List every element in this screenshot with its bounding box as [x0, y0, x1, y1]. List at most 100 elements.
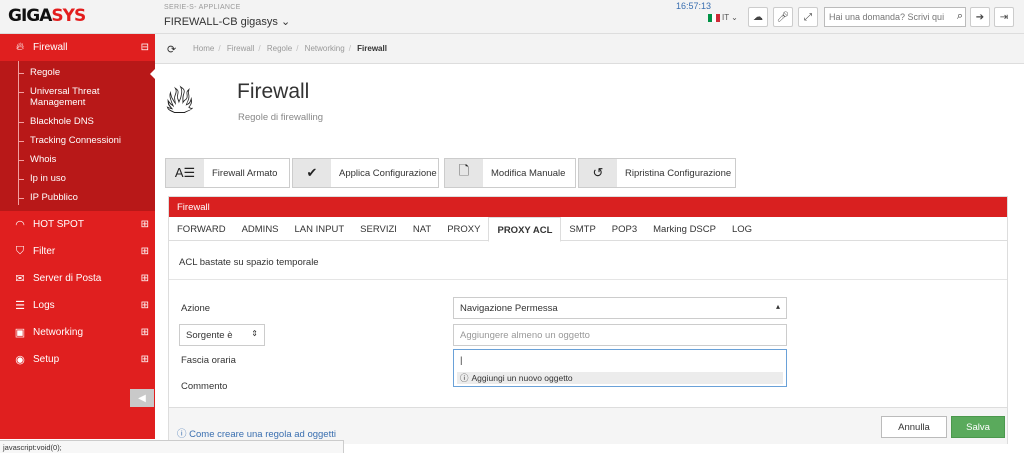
check-icon: ✔	[293, 159, 331, 187]
sidebar-item-server-di-posta[interactable]: ✉ Server di Posta ⊞	[0, 265, 155, 292]
tab-servizi[interactable]: SERVIZI	[352, 217, 405, 241]
expand-icon[interactable]: ⊞	[141, 354, 149, 365]
top-bar: GIGASYS SERIE-S- APPLIANCE FIREWALL-CB g…	[0, 0, 1024, 34]
page-subtitle: Regole di firewalling	[238, 112, 324, 123]
breadcrumb-regole[interactable]: Regole	[267, 44, 292, 53]
logs-icon: ☰	[15, 300, 25, 312]
panel-title: Firewall	[169, 197, 1007, 217]
tab-proxy[interactable]: PROXY	[439, 217, 488, 241]
sidebar-sub-whois[interactable]: Whois	[0, 150, 155, 169]
sidebar-item-hotspot[interactable]: ◠ HOT SPOT ⊞	[0, 211, 155, 238]
logout-icon: ⇥	[999, 11, 1009, 23]
italy-flag-icon	[708, 13, 720, 22]
tab-log[interactable]: LOG	[724, 217, 760, 241]
sidebar-item-setup[interactable]: ◉ Setup ⊞	[0, 346, 155, 373]
login-button[interactable]: ➔	[970, 7, 990, 27]
sort-arrows-icon: ⇕	[251, 329, 258, 338]
ripristina-configurazione-button[interactable]: ↺ Ripristina Configurazione	[578, 158, 736, 188]
breadcrumb-firewall[interactable]: Firewall	[227, 44, 255, 53]
document-icon: 🗋	[445, 159, 483, 187]
microphone-button[interactable]: 🎤︎	[773, 7, 793, 27]
chevron-down-icon: ⌄	[280, 16, 291, 28]
tab-lan-input[interactable]: LAN INPUT	[287, 217, 353, 241]
mail-icon: ✉	[15, 273, 25, 285]
search-icon[interactable]: ⌕	[957, 10, 963, 23]
expand-icon[interactable]: ⊞	[141, 273, 149, 284]
cloud-icon: ☁	[753, 11, 763, 23]
help-link[interactable]: ⓘ Come creare una regola ad oggetti	[177, 426, 336, 440]
rule-icon: A☰	[166, 159, 204, 187]
sidebar-item-firewall[interactable]: 🔥︎ Firewall ⊟	[0, 34, 155, 61]
commento-label: Commento	[181, 381, 228, 392]
network-icon: ▣	[14, 327, 26, 339]
gigasys-logo[interactable]: GIGASYS	[8, 6, 86, 26]
tab-proxy-acl[interactable]: PROXY ACL	[488, 217, 562, 242]
clock: 16:57:13	[676, 1, 712, 11]
save-button[interactable]: Salva	[951, 416, 1005, 438]
sidebar: 🔥︎ Firewall ⊟ Regole Universal Threat Ma…	[0, 34, 155, 439]
breadcrumb-current: Firewall	[357, 44, 387, 53]
divider	[169, 279, 1007, 280]
cloud-button[interactable]: ☁	[748, 7, 768, 27]
wifi-icon: ◠	[15, 219, 25, 231]
add-new-object-option[interactable]: ⓘ Aggiungi un nuovo oggetto	[457, 372, 783, 384]
sorgente-select[interactable]: Sorgente è ⇕	[179, 324, 265, 346]
search-input[interactable]	[825, 8, 945, 26]
panel-footer: ⓘ Come creare una regola ad oggetti Annu…	[169, 407, 1007, 444]
sidebar-sub-regole[interactable]: Regole	[0, 63, 155, 82]
info-icon: ⓘ	[460, 373, 469, 383]
breadcrumb-networking[interactable]: Networking	[305, 44, 345, 53]
expand-icon[interactable]: ⊞	[141, 300, 149, 311]
breadcrumb: Home / Firewall / Regole / Networking / Fire…	[193, 44, 387, 53]
browser-status-bar: javascript:void(0);	[0, 440, 344, 453]
flame-icon: 🔥︎	[15, 41, 25, 53]
modifica-manuale-button[interactable]: 🗋 Modifica Manuale	[444, 158, 576, 188]
expand-icon[interactable]: ⊞	[141, 219, 149, 230]
logout-button[interactable]: ⇥	[994, 7, 1014, 27]
tab-pop3[interactable]: POP3	[604, 217, 645, 241]
fascia-oraria-dropdown: ⓘ Aggiungi un nuovo oggetto	[453, 371, 787, 387]
tab-marking-dscp[interactable]: Marking DSCP	[645, 217, 724, 241]
page-title: Firewall	[237, 80, 310, 103]
chevron-down-icon: ⌄	[731, 13, 738, 22]
expand-icon[interactable]: ⊞	[141, 327, 149, 338]
breadcrumb-bar: ⟳ Home / Firewall / Regole / Networking / Fi…	[155, 34, 1024, 64]
search-box: ⌕	[824, 7, 966, 27]
expand-icon[interactable]: ⊞	[141, 246, 149, 257]
cancel-button[interactable]: Annulla	[881, 416, 947, 438]
device-selector[interactable]: FIREWALL-CB gigasys ⌄	[164, 15, 290, 28]
fullscreen-button[interactable]: ⤢	[798, 7, 818, 27]
sort-arrows-icon: ▴	[775, 302, 780, 311]
appliance-label: SERIE-S- APPLIANCE	[164, 4, 241, 11]
sidebar-item-filter[interactable]: ⛉ Filter ⊞	[0, 238, 155, 265]
sorgente-objects-input[interactable]: Aggiungere almeno un oggetto	[453, 324, 787, 346]
sidebar-item-logs[interactable]: ☰ Logs ⊞	[0, 292, 155, 319]
applica-configurazione-button[interactable]: ✔ Applica Configurazione	[292, 158, 439, 188]
firewall-armato-button[interactable]: A☰ Firewall Armato	[165, 158, 290, 188]
tab-smtp[interactable]: SMTP	[561, 217, 603, 241]
breadcrumb-home[interactable]: Home	[193, 44, 214, 53]
tab-admins[interactable]: ADMINS	[234, 217, 287, 241]
firewall-panel: Firewall FORWARD ADMINS LAN INPUT SERVIZ…	[168, 196, 1008, 444]
setup-icon: ◉	[15, 354, 25, 366]
fullscreen-icon: ⤢	[804, 11, 812, 23]
sidebar-item-networking[interactable]: ▣ Networking ⊞	[0, 319, 155, 346]
sidebar-sub-utm[interactable]: Universal Threat Management	[0, 82, 155, 112]
sidebar-sub-ip-pubblico[interactable]: IP Pubblico	[0, 188, 155, 207]
azione-select[interactable]: Navigazione Permessa ▴	[453, 297, 787, 319]
refresh-icon[interactable]: ⟳	[167, 43, 176, 56]
fascia-oraria-label: Fascia oraria	[181, 355, 236, 366]
sidebar-sub-tracking[interactable]: Tracking Connessioni	[0, 131, 155, 150]
restore-icon: ↺	[579, 159, 617, 187]
fascia-oraria-input[interactable]: |	[453, 349, 787, 373]
sidebar-sub-ip-in-uso[interactable]: Ip in uso	[0, 169, 155, 188]
collapse-icon[interactable]: ⊟	[141, 42, 149, 53]
tab-nat[interactable]: NAT	[405, 217, 439, 241]
sidebar-collapse-button[interactable]: ◀	[130, 389, 154, 407]
microphone-icon: 🎤︎	[776, 11, 790, 23]
sidebar-sub-blackhole-dns[interactable]: Blackhole DNS	[0, 112, 155, 131]
language-selector[interactable]: IT ⌄	[708, 13, 738, 22]
tab-forward[interactable]: FORWARD	[169, 217, 234, 241]
info-icon: ⓘ	[177, 429, 187, 440]
shield-icon: ⛉	[15, 245, 25, 257]
